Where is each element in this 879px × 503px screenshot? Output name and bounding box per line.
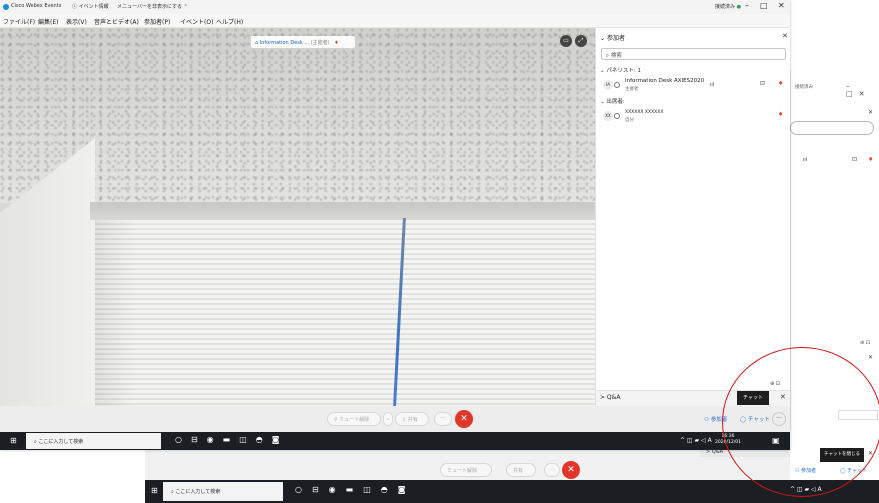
back-leave-button[interactable]: ✕ — [562, 461, 580, 479]
attendee-role: 自分 — [625, 118, 634, 123]
event-info-link[interactable]: ⓘ イベント情報 — [72, 3, 109, 10]
menu-view[interactable]: 表示(V) — [66, 17, 87, 26]
blind-shadow — [95, 220, 135, 406]
back-more-button[interactable]: ··· — [544, 463, 560, 477]
menu-audio-video[interactable]: 音声とビデオ(A) — [94, 17, 139, 26]
qa-label[interactable]: > Q&A — [600, 394, 620, 401]
status-dot-icon — [614, 82, 620, 88]
menu-help[interactable]: ヘルプ(H) — [216, 17, 243, 26]
menu-edit[interactable]: 編集(E) — [38, 17, 58, 26]
speaker-icon: ⌂ — [255, 40, 259, 46]
back-taskbar-app-icons[interactable]: ○⊟◉▬◫◓◙ — [295, 485, 416, 494]
minimize-button[interactable]: – — [745, 1, 749, 10]
webex-logo-icon — [3, 4, 9, 10]
hide-menubar-toggle[interactable]: メニューバーを非表示にする ⌃ — [117, 3, 188, 10]
signal-strength-icon: ııl — [710, 82, 715, 88]
connection-status[interactable]: 接続済み ● — [715, 3, 741, 10]
back-panel-icons[interactable]: ⊕ ⊡ — [860, 340, 870, 346]
taskbar-search-input[interactable]: ⌕ ここに入力して検索 — [26, 433, 161, 449]
panel-close-icon[interactable]: ✕ — [782, 32, 788, 40]
back-window-controls[interactable]: –□✕ — [846, 82, 879, 98]
back-share-button[interactable]: 共有 — [506, 463, 536, 477]
back-connection-status: 接続済み — [795, 85, 813, 90]
back-signal-icon: ııl — [803, 157, 808, 163]
menu-file[interactable]: ファイル(F) — [3, 17, 35, 26]
red-circle-annotation — [722, 347, 879, 497]
app-title: Cisco Webex Events — [11, 3, 62, 9]
presenter-role: (主催者) — [310, 40, 330, 46]
window-blinds-image — [95, 220, 595, 406]
chevron-down-icon[interactable]: ⌄ — [383, 412, 393, 426]
more-options-button[interactable]: ··· — [434, 412, 452, 426]
participants-panel-header[interactable]: ⌄ 参加者 — [600, 33, 625, 42]
mic-muted-icon: ♦ — [778, 111, 784, 118]
mic-muted-icon: ♦ — [334, 40, 339, 46]
back-start-icon[interactable]: ⊞ — [151, 486, 158, 495]
menu-event[interactable]: イベント(O) — [180, 17, 213, 26]
maximize-button[interactable]: □ — [760, 1, 768, 10]
status-dot-icon — [614, 113, 620, 119]
back-mic-muted-icon: ♦ — [868, 156, 874, 163]
attendee-name[interactable]: XXXXXX XXXXXX — [625, 110, 663, 115]
avatar: XX — [603, 111, 613, 121]
back-camera-icon: ⊡ — [852, 156, 858, 163]
system-tray[interactable]: ^ ◫ ▰ ◁ A — [680, 437, 712, 444]
back-taskbar-search[interactable]: ⌕ ここに入力して検索 — [163, 482, 283, 501]
attendee-section-header[interactable]: ⌄ 出席者: — [600, 97, 625, 105]
back-search-input[interactable] — [790, 121, 874, 135]
share-button[interactable]: ⇧ 共有 — [395, 412, 429, 426]
mic-muted-icon: ♦ — [778, 80, 784, 87]
back-mute-button[interactable]: ミュート解除 — [440, 463, 492, 477]
panelist-name[interactable]: Information Desk AXIES2020 — [625, 78, 704, 84]
panelist-section-header[interactable]: ⌄ パネリスト: 1 — [600, 66, 641, 74]
participant-search-input[interactable]: ⌕ 検索 — [601, 48, 786, 60]
screenshot-root: 接続済み –□✕ ✕ ' ııl ⊡ ♦ ⊕ ⊡ ✕ チャットを閉じる ✕ > … — [0, 0, 879, 503]
avatar: IA — [603, 80, 613, 90]
camera-icon: ⊡ — [760, 80, 766, 87]
back-panel-close-icon[interactable]: ✕ — [868, 109, 873, 116]
layout-icon[interactable]: ▭ — [560, 35, 572, 47]
close-window-button[interactable]: ✕ — [778, 1, 785, 10]
panelist-role: 主催者 — [625, 87, 639, 92]
video-feed[interactable] — [0, 28, 595, 406]
menu-participants[interactable]: 参加者(P) — [144, 17, 170, 26]
taskbar-app-icons[interactable]: ○⊟◉▬◫◓◙ — [175, 435, 289, 444]
presenter-name: Information Desk ... — [259, 40, 310, 46]
leave-meeting-button[interactable]: ✕ — [455, 410, 473, 428]
fullscreen-icon[interactable]: ⤢ — [575, 35, 587, 47]
windows-start-icon[interactable]: ⊞ — [10, 436, 17, 445]
blind-valance-image — [90, 202, 595, 220]
back-panel-close-icon-2[interactable]: ✕ — [868, 354, 873, 361]
menu-bar: ファイル(F) 編集(E) 表示(V) 音声とビデオ(A) 参加者(P) イベン… — [0, 14, 790, 28]
unmute-button[interactable]: ⚲ ミュート解除 — [327, 412, 381, 426]
active-speaker-tag: ⌂ Information Desk ... (主催者) ♦ — [251, 36, 355, 48]
